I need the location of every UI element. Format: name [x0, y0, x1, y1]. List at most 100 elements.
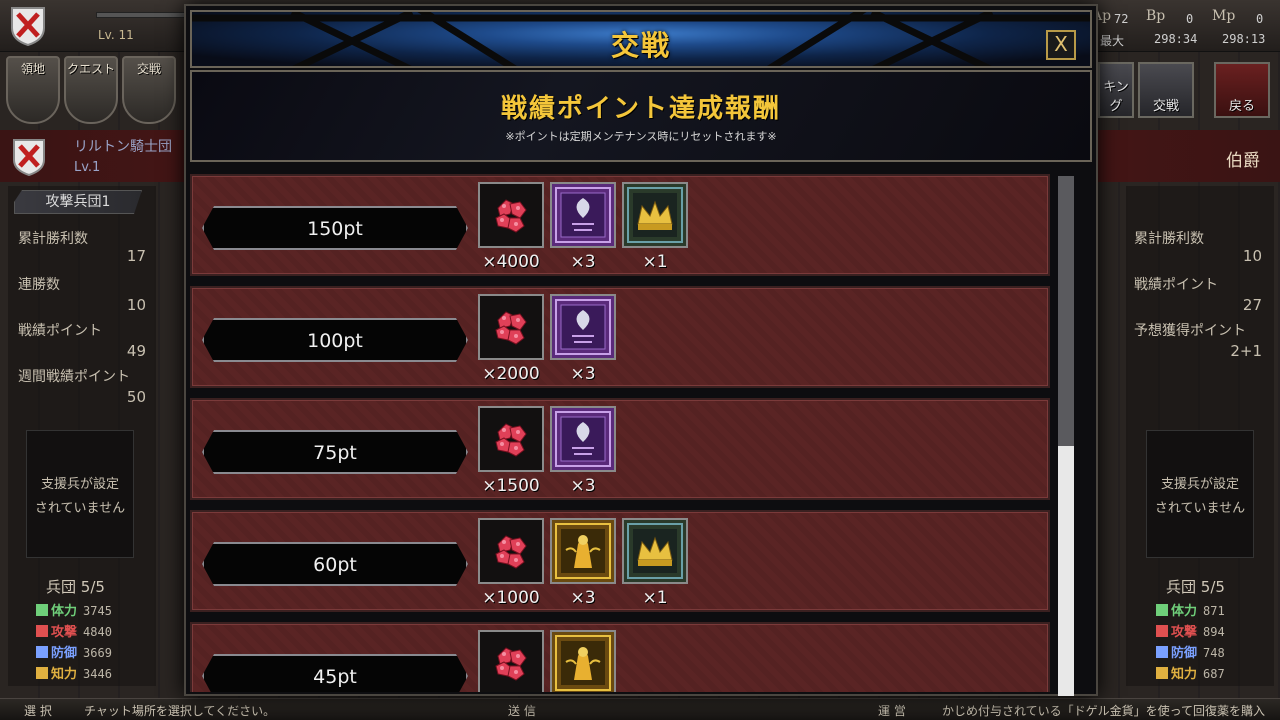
chat-select-button[interactable]: 選 択	[24, 702, 52, 719]
points-threshold: 60pt	[313, 554, 357, 576]
reward-row: 75pt ×1500 ×3	[190, 398, 1050, 500]
right-unit-title: 兵団 5/5	[1166, 576, 1225, 597]
right-stat-value: 10	[1242, 247, 1262, 265]
back-label: 戻る	[1228, 99, 1255, 114]
operation-label: 運 営	[878, 704, 906, 718]
support-text-line1: 支援兵が設定	[40, 477, 119, 492]
crown-card-icon[interactable]	[622, 518, 688, 584]
back-button[interactable]: 戻る	[1214, 62, 1270, 118]
stat-name: 知力	[1171, 667, 1198, 682]
reward-quantity: ×4000	[482, 252, 540, 272]
ruby-gem-icon[interactable]	[478, 630, 544, 692]
reward-quantity: ×2000	[482, 364, 540, 384]
points-threshold-box: 100pt	[202, 318, 468, 362]
purple-card-icon[interactable]	[550, 406, 616, 472]
points-threshold: 100pt	[307, 330, 363, 352]
chat-bar: 選 択 チャット場所を選択してください。 送 信 運 営 かじめ付与されている「…	[0, 698, 1280, 720]
stat-icon	[1156, 667, 1168, 679]
points-threshold-box: 60pt	[202, 542, 468, 586]
reset-note: ※ポイントは定期メンテナンス時にリセットされます※	[505, 130, 777, 143]
left-stat-value: 17	[126, 247, 146, 265]
chat-send-button[interactable]: 送 信	[508, 702, 536, 719]
mp-label: Mp	[1212, 8, 1236, 24]
nav-ranking-button[interactable]: キング	[1098, 62, 1134, 118]
scrollbar-thumb[interactable]	[1058, 176, 1074, 446]
unit-stat: 防御 748	[1156, 642, 1225, 661]
support-text-line2: されていません	[1154, 501, 1246, 516]
unit-stat: 体力 871	[1156, 600, 1225, 619]
stat-value: 4840	[83, 625, 112, 639]
stat-name: 攻撃	[1171, 625, 1198, 640]
close-button[interactable]: X	[1046, 30, 1076, 60]
mp-value: 0	[1256, 12, 1264, 26]
points-threshold-box: 75pt	[202, 430, 468, 474]
nav-quest-button[interactable]: クエスト	[64, 56, 118, 124]
ruby-gem-icon[interactable]	[478, 182, 544, 248]
battle-reward-dialog: 交戦 X 戦績ポイント達成報酬 ※ポイントは定期メンテナンス時にリセットされます…	[184, 4, 1098, 696]
player-shield-icon[interactable]	[10, 6, 46, 46]
right-stat-label: 予想獲得ポイント	[1134, 323, 1246, 339]
game-screen: Lv. 11 Ap 72 Bp 0 Mp 0 最大 298:34 298:13 …	[0, 0, 1280, 720]
right-stat-label: 累計勝利数	[1134, 231, 1204, 247]
stat-name: 防御	[1171, 646, 1198, 661]
unit-count: 5/5	[1200, 578, 1225, 596]
ruby-gem-icon[interactable]	[478, 518, 544, 584]
reward-quantity: ×3	[570, 588, 596, 608]
stat-icon	[36, 667, 48, 679]
left-unit-title: 兵団 5/5	[46, 576, 105, 597]
stat-value: 3669	[83, 646, 112, 660]
stat-icon	[36, 646, 48, 658]
news-ticker: かじめ付与されている「ドゲル金貨」を使って回復薬を購入	[942, 704, 1266, 718]
unit-stat: 体力 3745	[36, 600, 112, 619]
stat-value: 871	[1203, 604, 1225, 618]
gold-card-icon[interactable]	[550, 518, 616, 584]
reward-row: 150pt ×4000 ×3 ×1	[190, 174, 1050, 276]
player-level: Lv. 11	[98, 28, 134, 42]
ruby-gem-icon[interactable]	[478, 406, 544, 472]
points-threshold-box: 45pt	[202, 654, 468, 692]
stat-icon	[36, 625, 48, 637]
reward-quantity: ×1	[642, 252, 668, 272]
ap-value: 72	[1114, 12, 1129, 26]
nav-territory-button[interactable]: 領地	[6, 56, 60, 124]
stat-value: 687	[1203, 667, 1225, 681]
reward-row: 45pt	[190, 622, 1050, 692]
stat-icon	[1156, 646, 1168, 658]
nav-battle-right-button[interactable]: 交戦	[1138, 62, 1194, 118]
left-stat-value: 49	[126, 342, 146, 360]
stat-name: 防御	[51, 646, 78, 661]
nav-battle-right-label: 交戦	[1152, 99, 1179, 114]
nav-battle-label: 交戦	[136, 62, 161, 76]
reward-quantity: ×3	[570, 364, 596, 384]
mp-timer: 298:13	[1222, 32, 1266, 46]
unit-stat: 攻撃 894	[1156, 621, 1225, 640]
army-selector[interactable]: 攻撃兵団1	[14, 190, 142, 214]
crown-card-icon[interactable]	[622, 182, 688, 248]
reward-quantity: ×1000	[482, 588, 540, 608]
player-rank: 伯爵	[1226, 151, 1260, 171]
dialog-title: 交戦	[610, 29, 671, 62]
stat-value: 3745	[83, 604, 112, 618]
nav-battle-button[interactable]: 交戦	[122, 56, 176, 124]
stat-icon	[1156, 625, 1168, 637]
unit-label: 兵団	[46, 578, 77, 596]
reward-title: 戦績ポイント達成報酬	[500, 94, 781, 124]
points-threshold: 75pt	[313, 442, 357, 464]
unit-stat: 知力 687	[1156, 663, 1225, 682]
purple-card-icon[interactable]	[550, 182, 616, 248]
right-stat-value: 27	[1242, 296, 1262, 314]
ruby-gem-icon[interactable]	[478, 294, 544, 360]
left-stat-label: 累計勝利数	[18, 231, 88, 247]
left-support-slot[interactable]: 支援兵が設定 されていません	[26, 430, 134, 558]
nav-territory-label: 領地	[20, 62, 45, 76]
nav-ranking-label: キング	[1103, 80, 1129, 114]
stat-icon	[1156, 604, 1168, 616]
left-stat-label: 週間戦績ポイント	[18, 369, 130, 385]
reward-list[interactable]: 150pt ×4000 ×3 ×1 100pt ×2000 ×3 75pt ×1…	[190, 172, 1058, 692]
reward-quantity: ×1500	[482, 476, 540, 496]
bp-label: Bp	[1146, 8, 1166, 24]
purple-card-icon[interactable]	[550, 294, 616, 360]
chat-input[interactable]: チャット場所を選択してください。	[84, 702, 275, 719]
gold-card-icon[interactable]	[550, 630, 616, 692]
right-support-slot: 支援兵が設定 されていません	[1146, 430, 1254, 558]
